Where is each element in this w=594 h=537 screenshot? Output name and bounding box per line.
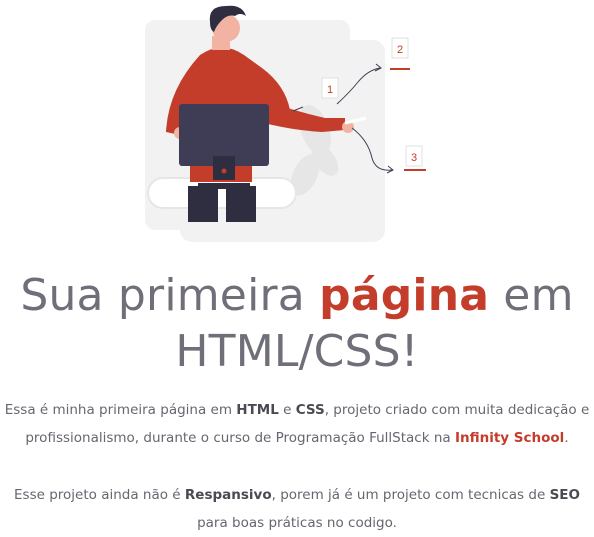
callout-2: 2	[397, 44, 403, 56]
note-paragraph: Esse projeto ainda não é Respansivo, por…	[0, 481, 594, 537]
title-highlight: página	[319, 270, 490, 321]
page-title: Sua primeira página em HTML/CSS!	[0, 268, 594, 380]
intro-text: e	[278, 402, 296, 418]
note-seo-keyword: SEO	[549, 487, 580, 503]
intro-html-keyword: HTML	[236, 402, 279, 418]
intro-text: .	[564, 430, 569, 446]
note-responsive-keyword: Respansivo	[184, 487, 272, 503]
intro-css-keyword: CSS	[295, 402, 325, 418]
note-text: Esse projeto ainda não é	[14, 487, 185, 503]
title-text: Sua primeira	[20, 270, 320, 321]
person-presenting-monitor-illustration: 1 2 3	[140, 0, 440, 250]
school-name: Infinity School	[454, 430, 565, 446]
callout-3: 3	[411, 152, 417, 164]
intro-text: Essa é minha primeira página em	[4, 402, 237, 418]
note-text: , porem já é um projeto com tecnicas de	[271, 487, 550, 503]
intro-paragraph: Essa é minha primeira página em HTML e C…	[0, 396, 594, 452]
callout-1: 1	[327, 84, 333, 96]
title-text-end: em	[489, 270, 574, 321]
note-text: para boas práticas no codigo.	[197, 515, 397, 531]
title-line2: HTML/CSS!	[175, 326, 419, 377]
